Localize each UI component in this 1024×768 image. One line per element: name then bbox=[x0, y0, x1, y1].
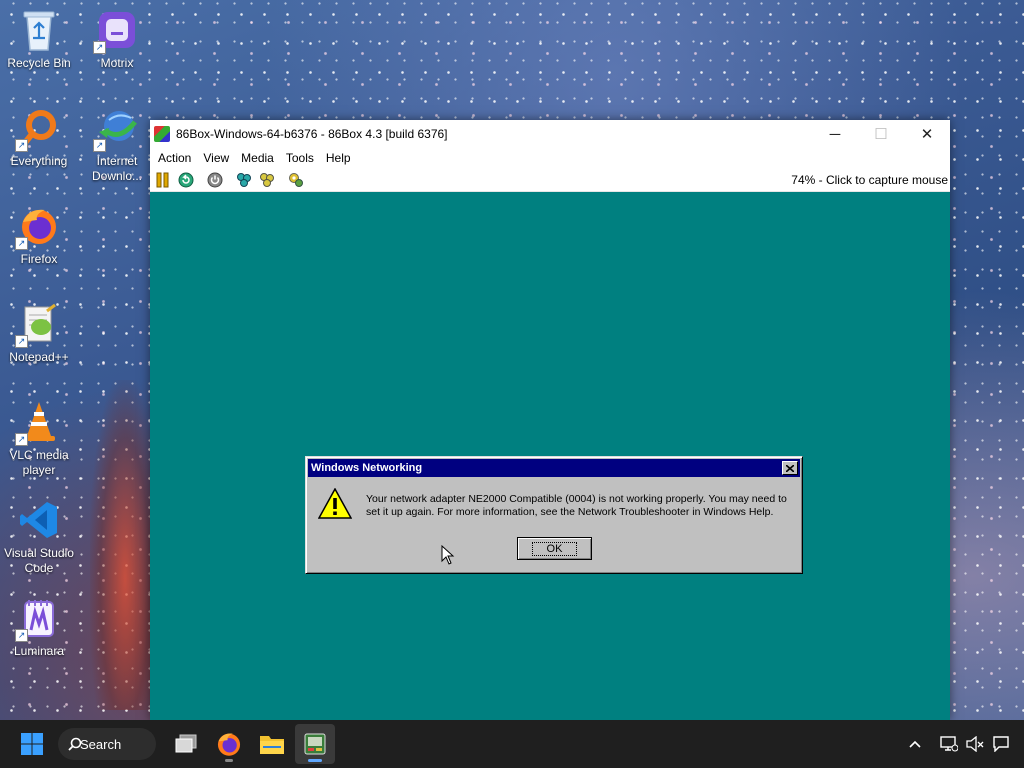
start-button[interactable] bbox=[12, 724, 52, 764]
vscode-icon bbox=[17, 498, 61, 542]
reset-icon[interactable] bbox=[177, 171, 195, 189]
search-icon bbox=[68, 737, 82, 751]
network-icon[interactable] bbox=[936, 731, 962, 757]
86box-app-icon bbox=[304, 733, 326, 755]
taskbar-86box[interactable] bbox=[295, 724, 335, 764]
dialog-close-button[interactable] bbox=[782, 461, 798, 475]
dialog-body: Your network adapter NE2000 Compatible (… bbox=[306, 479, 802, 520]
desktop-icon-luminara[interactable]: ↗ Luminara bbox=[0, 596, 78, 659]
motrix-icon: ↗ bbox=[93, 8, 139, 54]
desktop-icon-recycle-bin[interactable]: Recycle Bin bbox=[0, 8, 78, 71]
desktop-icon-vlc[interactable]: ↗ VLC media player bbox=[0, 400, 78, 478]
taskbar-file-explorer[interactable] bbox=[252, 724, 292, 764]
system-tray bbox=[902, 731, 1014, 757]
ctrl-alt-esc-icon[interactable] bbox=[258, 171, 276, 189]
shortcut-arrow-icon: ↗ bbox=[15, 335, 28, 348]
shortcut-arrow-icon: ↗ bbox=[15, 237, 28, 250]
vlc-cone-icon: ↗ bbox=[15, 400, 61, 446]
running-indicator bbox=[308, 759, 322, 762]
ctrl-alt-del-icon[interactable] bbox=[235, 171, 253, 189]
desktop-icon-label: VLC media player bbox=[9, 448, 69, 477]
desktop-icon-firefox[interactable]: ↗ Firefox bbox=[0, 204, 78, 267]
menu-help[interactable]: Help bbox=[320, 151, 357, 165]
show-hidden-icons-chevron-up-icon[interactable] bbox=[902, 731, 928, 757]
desktop-icon-everything[interactable]: ↗ Everything bbox=[0, 106, 78, 169]
window-title-bar[interactable]: 86Box-Windows-64-b6376 - 86Box 4.3 [buil… bbox=[150, 120, 950, 148]
mouse-cursor-icon bbox=[441, 545, 455, 565]
dialog-title: Windows Networking bbox=[311, 462, 423, 474]
desktop-icon-notepad-plus-plus[interactable]: ↗ Notepad++ bbox=[0, 302, 78, 365]
desktop-icon-label: Visual Studio Code bbox=[4, 546, 74, 575]
desktop-icon-label: Firefox bbox=[20, 252, 58, 266]
folder-icon bbox=[260, 736, 284, 754]
menu-action[interactable]: Action bbox=[152, 151, 197, 165]
taskbar: Search bbox=[0, 720, 1024, 768]
settings-gear-icon[interactable] bbox=[287, 171, 305, 189]
emulator-toolbar: 74% - Click to capture mouse bbox=[150, 168, 950, 192]
firefox-icon bbox=[217, 733, 241, 756]
menu-bar: Action View Media Tools Help bbox=[150, 148, 950, 168]
emulator-window[interactable]: 86Box-Windows-64-b6376 - 86Box 4.3 [buil… bbox=[150, 120, 950, 720]
windows-logo-icon bbox=[21, 733, 43, 755]
taskbar-search-box[interactable]: Search bbox=[58, 728, 156, 760]
notepad-plus-plus-icon: ↗ bbox=[15, 302, 61, 348]
task-view-button[interactable] bbox=[166, 724, 206, 764]
notifications-icon[interactable] bbox=[988, 731, 1014, 757]
dialog-title-bar[interactable]: Windows Networking bbox=[308, 459, 800, 477]
desktop-icon-motrix[interactable]: ↗ Motrix bbox=[78, 8, 156, 71]
shortcut-arrow-icon: ↗ bbox=[15, 433, 28, 446]
warning-icon bbox=[318, 488, 352, 519]
shortcut-arrow-icon: ↗ bbox=[15, 139, 28, 152]
menu-view[interactable]: View bbox=[197, 151, 235, 165]
desktop-icon-label: Recycle Bin bbox=[7, 56, 71, 70]
taskbar-firefox[interactable] bbox=[209, 724, 249, 764]
86box-app-icon bbox=[154, 126, 170, 142]
power-icon[interactable] bbox=[206, 171, 224, 189]
desktop-icon-vscode[interactable]: Visual Studio Code bbox=[0, 498, 78, 576]
desktop-icon-label: Notepad++ bbox=[9, 350, 69, 364]
capture-status-text: 74% - Click to capture mouse bbox=[791, 172, 948, 187]
running-indicator bbox=[225, 759, 233, 762]
desktop-icon-internet-download-manager[interactable]: ↗ Internet Downlo... bbox=[78, 106, 156, 184]
recycle-bin-icon bbox=[17, 8, 61, 52]
close-button[interactable]: ✕ bbox=[904, 120, 950, 148]
ok-button[interactable]: OK bbox=[517, 537, 592, 560]
desktop-icon-label: Everything bbox=[10, 154, 68, 168]
speaker-muted-icon[interactable] bbox=[962, 731, 988, 757]
window-title: 86Box-Windows-64-b6376 - 86Box 4.3 [buil… bbox=[176, 127, 448, 141]
luminara-icon: ↗ bbox=[15, 596, 61, 642]
everything-search-icon: ↗ bbox=[15, 106, 61, 152]
emulated-screen[interactable]: Windows Networking Your network adapter … bbox=[150, 192, 950, 720]
firefox-icon: ↗ bbox=[15, 204, 61, 250]
close-icon bbox=[786, 464, 794, 472]
minimize-button[interactable]: ─ bbox=[812, 120, 858, 148]
desktop-icon-label: Motrix bbox=[100, 56, 134, 70]
search-label: Search bbox=[80, 736, 122, 752]
shortcut-arrow-icon: ↗ bbox=[15, 629, 28, 642]
desktop-icon-label: Internet Downlo... bbox=[91, 154, 143, 183]
windows-networking-dialog: Windows Networking Your network adapter … bbox=[305, 456, 803, 574]
internet-download-manager-icon: ↗ bbox=[93, 106, 139, 152]
task-view-icon bbox=[175, 734, 197, 753]
dialog-message: Your network adapter NE2000 Compatible (… bbox=[366, 493, 787, 518]
ok-button-label: OK bbox=[531, 541, 578, 556]
shortcut-arrow-icon: ↗ bbox=[93, 41, 106, 54]
menu-media[interactable]: Media bbox=[235, 151, 280, 165]
shortcut-arrow-icon: ↗ bbox=[93, 139, 106, 152]
maximize-button[interactable]: ☐ bbox=[858, 120, 904, 148]
pause-icon[interactable] bbox=[154, 171, 172, 189]
desktop-icon-label: Luminara bbox=[13, 644, 65, 658]
menu-tools[interactable]: Tools bbox=[280, 151, 320, 165]
